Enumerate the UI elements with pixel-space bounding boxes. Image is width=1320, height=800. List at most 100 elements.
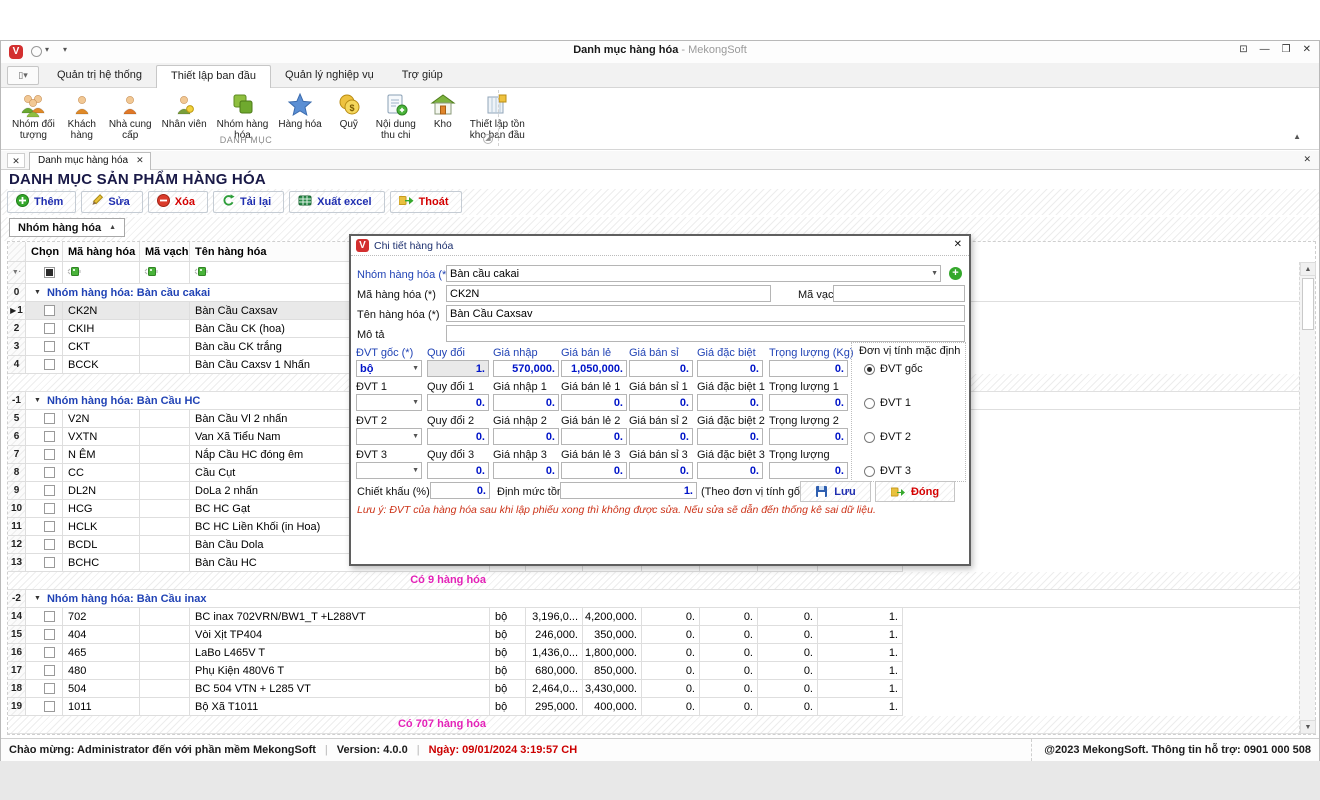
- table-row[interactable]: 16465LaBo L465V Tbộ1,436,0...1,800,000.0…: [8, 644, 1299, 662]
- unit-select[interactable]: ▼: [356, 462, 422, 479]
- unit-value-input[interactable]: 0.: [427, 428, 489, 445]
- row-checkbox[interactable]: [44, 305, 55, 316]
- radio-đvt-3[interactable]: ĐVT 3: [864, 465, 911, 477]
- table-row[interactable]: 14702BC inax 702VRN/BW1_T +L288VTbộ3,196…: [8, 608, 1299, 626]
- close-button[interactable]: Đóng: [875, 481, 955, 502]
- save-button[interactable]: Lưu: [800, 481, 871, 502]
- delete-button[interactable]: Xóa: [148, 191, 208, 213]
- group-dialog-launcher-icon[interactable]: ◢: [483, 134, 493, 144]
- unit-select[interactable]: ▼: [356, 428, 422, 445]
- add-group-button[interactable]: +: [949, 267, 962, 280]
- minimize-icon[interactable]: —: [1260, 44, 1270, 55]
- scroll-up-icon[interactable]: ▲: [1300, 262, 1316, 276]
- unit-value-input[interactable]: 0.: [697, 462, 763, 479]
- row-checkbox[interactable]: [44, 665, 55, 676]
- unit-value-input[interactable]: 0.: [697, 360, 763, 377]
- unit-value-input[interactable]: 0.: [769, 394, 848, 411]
- desc-input[interactable]: [446, 325, 965, 342]
- unit-value-input[interactable]: 0.: [493, 462, 559, 479]
- edit-button[interactable]: Sửa: [81, 191, 142, 213]
- table-row[interactable]: 17480Phụ Kiện 480V6 Tbộ680,000.850,000.0…: [8, 662, 1299, 680]
- row-checkbox[interactable]: [44, 557, 55, 568]
- unit-value-input[interactable]: 0.: [769, 360, 848, 377]
- unit-value-input[interactable]: 0.: [561, 462, 627, 479]
- filter-icon[interactable]: [63, 266, 81, 280]
- column-header-3[interactable]: Mã vạch: [140, 242, 190, 262]
- radio-icon[interactable]: [864, 466, 875, 477]
- radio-icon[interactable]: [864, 398, 875, 409]
- radio-đvt-2[interactable]: ĐVT 2: [864, 431, 911, 443]
- row-checkbox[interactable]: [44, 413, 55, 424]
- exit-button[interactable]: Thoát: [390, 191, 462, 213]
- group-row[interactable]: ▼Nhóm hàng hóa: Bàn Cầu inax: [26, 590, 1299, 608]
- close-icon[interactable]: ✕: [1303, 44, 1311, 55]
- unit-value-input[interactable]: 0.: [769, 462, 848, 479]
- table-row[interactable]: 191011Bộ Xã T1011bộ295,000.400,000.0.0.0…: [8, 698, 1299, 716]
- dialog-close-icon[interactable]: ✕: [954, 239, 962, 250]
- unit-value-input[interactable]: 0.: [697, 394, 763, 411]
- group-combobox[interactable]: Bàn cầu cakai▼: [446, 265, 941, 282]
- row-checkbox[interactable]: [44, 611, 55, 622]
- tab-danh-muc-hang-hoa[interactable]: Danh mục hàng hóa✕: [29, 152, 151, 170]
- unit-value-input[interactable]: 0.: [427, 394, 489, 411]
- collapse-group-icon[interactable]: ▼: [34, 289, 41, 296]
- scrollbar-thumb[interactable]: [1302, 278, 1314, 330]
- radio-icon[interactable]: [864, 364, 875, 375]
- unit-value-input[interactable]: 0.: [493, 428, 559, 445]
- excel-button[interactable]: Xuất excel: [289, 191, 384, 213]
- row-checkbox[interactable]: [44, 647, 55, 658]
- unit-value-input[interactable]: 0.: [629, 360, 693, 377]
- radio-icon[interactable]: [864, 432, 875, 443]
- table-row[interactable]: 18504BC 504 VTN + L285 VTbộ2,464,0...3,4…: [8, 680, 1299, 698]
- unit-value-input[interactable]: 0.: [629, 462, 693, 479]
- select-all-checkbox[interactable]: [44, 267, 55, 278]
- radio-đvt-gốc[interactable]: ĐVT gốc: [864, 363, 923, 375]
- unit-select[interactable]: ▼: [356, 394, 422, 411]
- row-checkbox[interactable]: [44, 341, 55, 352]
- ribbon-item-product-star[interactable]: Hàng hóa: [273, 90, 326, 132]
- tabstrip-close-icon[interactable]: ✕: [1303, 154, 1311, 165]
- unit-value-input[interactable]: 1,050,000.: [561, 360, 627, 377]
- tab-close-icon[interactable]: ✕: [136, 155, 144, 165]
- restore-icon[interactable]: ❒: [1282, 44, 1291, 55]
- chevron-down-icon[interactable]: ▼: [412, 433, 419, 440]
- chevron-down-icon[interactable]: ▼: [412, 467, 419, 474]
- ribbon-tab-quản-trị-hệ-thống[interactable]: Quản trị hệ thống: [43, 65, 156, 87]
- column-header-1[interactable]: Chọn: [26, 242, 63, 262]
- close-all-tabs-button[interactable]: ✕: [7, 153, 25, 168]
- unit-value-input[interactable]: 0.: [629, 428, 693, 445]
- chevron-down-icon[interactable]: ▼: [412, 399, 419, 406]
- refresh-button[interactable]: Tải lại: [213, 191, 284, 213]
- unit-value-input[interactable]: 0.: [493, 394, 559, 411]
- unit-value-input[interactable]: 1.: [427, 360, 489, 377]
- screen-icon[interactable]: ⊡: [1239, 44, 1247, 55]
- ribbon-collapse-icon[interactable]: ▲: [1293, 132, 1301, 141]
- vertical-scrollbar[interactable]: ▲ ▼: [1299, 262, 1315, 734]
- row-checkbox[interactable]: [44, 431, 55, 442]
- row-checkbox[interactable]: [44, 485, 55, 496]
- scroll-down-icon[interactable]: ▼: [1300, 720, 1316, 734]
- collapse-group-icon[interactable]: ▼: [34, 595, 41, 602]
- radio-đvt-1[interactable]: ĐVT 1: [864, 397, 911, 409]
- column-header-2[interactable]: Mã hàng hóa: [63, 242, 140, 262]
- barcode-input[interactable]: [833, 285, 965, 302]
- unit-value-input[interactable]: 0.: [769, 428, 848, 445]
- row-checkbox[interactable]: [44, 629, 55, 640]
- row-checkbox[interactable]: [44, 701, 55, 712]
- unit-value-input[interactable]: 0.: [561, 394, 627, 411]
- unit-select[interactable]: bộ▼: [356, 360, 422, 377]
- group-by-chip[interactable]: Nhóm hàng hóa ▲: [9, 218, 125, 237]
- row-checkbox[interactable]: [44, 539, 55, 550]
- table-row[interactable]: 15404Vòi Xịt TP404bộ246,000.350,000.0.0.…: [8, 626, 1299, 644]
- collapse-group-icon[interactable]: ▼: [34, 397, 41, 404]
- row-checkbox[interactable]: [44, 449, 55, 460]
- discount-input[interactable]: 0.: [430, 482, 490, 499]
- ribbon-tab-thiết-lập-ban-đầu[interactable]: Thiết lập ban đầu: [156, 65, 271, 88]
- row-checkbox[interactable]: [44, 467, 55, 478]
- ribbon-tab-quản-lý-nghiệp-vụ[interactable]: Quản lý nghiệp vụ: [271, 65, 388, 87]
- unit-value-input[interactable]: 0.: [561, 428, 627, 445]
- row-checkbox[interactable]: [44, 323, 55, 334]
- row-checkbox[interactable]: [44, 521, 55, 532]
- app-menu-button[interactable]: ▯▾: [7, 66, 39, 85]
- ribbon-item-warehouse[interactable]: Kho: [421, 90, 465, 132]
